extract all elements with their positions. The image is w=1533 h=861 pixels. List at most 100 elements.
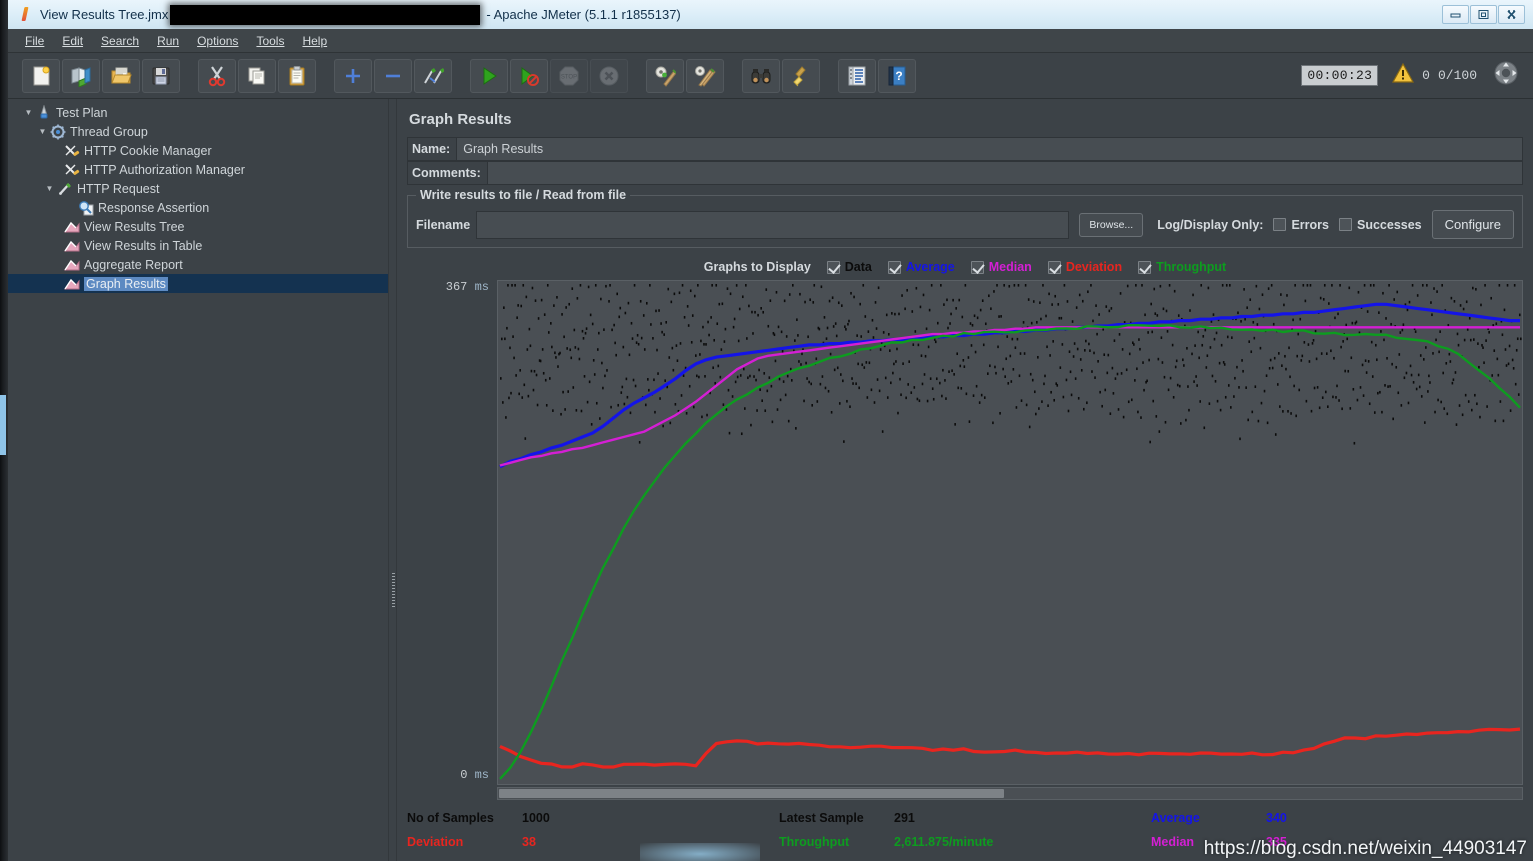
tree-item-aggregate-report[interactable]: Aggregate Report — [8, 255, 388, 274]
minimize-button[interactable] — [1442, 5, 1469, 24]
throughput-checkbox[interactable] — [1138, 260, 1152, 274]
y-axis-min-value: 0 — [460, 768, 468, 782]
jmeter-application: File Edit Search Run Options Tools Help — [8, 29, 1533, 861]
deviation-checkbox[interactable] — [1047, 260, 1061, 274]
median-checkbox[interactable] — [970, 260, 984, 274]
stat-key: Average — [1151, 811, 1200, 825]
menu-edit[interactable]: Edit — [53, 32, 92, 50]
filename-input[interactable] — [476, 210, 1070, 239]
collapse-all-button[interactable] — [374, 58, 412, 93]
open-button[interactable] — [102, 58, 140, 93]
fieldset-legend: Write results to file / Read from file — [416, 188, 631, 202]
listener-icon — [63, 276, 81, 292]
help-button[interactable]: ? — [878, 58, 916, 93]
throughput-label: Throughput — [1156, 260, 1227, 274]
menu-options[interactable]: Options — [188, 32, 247, 50]
tree-item-test-plan[interactable]: ▼ Test Plan — [8, 103, 388, 122]
plot-svg — [499, 284, 1522, 780]
tree-item-label: Test Plan — [56, 105, 108, 120]
templates-button[interactable] — [62, 58, 100, 93]
deviation-label: Deviation — [1065, 260, 1123, 274]
start-no-pauses-button[interactable] — [510, 58, 548, 93]
graph-toggle-average[interactable]: Average — [887, 260, 955, 274]
pane-splitter[interactable] — [388, 99, 397, 861]
tree-item-http-authorization-manager[interactable]: HTTP Authorization Manager — [8, 160, 388, 179]
browse-button[interactable]: Browse... — [1079, 212, 1144, 237]
tree-item-graph-results[interactable]: Graph Results — [8, 274, 388, 293]
menu-tools-label: Tools — [256, 33, 285, 48]
tree-item-label: HTTP Request — [77, 181, 160, 196]
thread-group-icon — [49, 124, 67, 140]
y-axis-max-value: 367 — [445, 280, 468, 294]
function-helper-button[interactable] — [838, 58, 876, 93]
average-checkbox[interactable] — [887, 260, 901, 274]
name-input[interactable]: Graph Results — [456, 137, 1523, 161]
stat-value: 340 — [1266, 811, 1287, 825]
graph-toggle-throughput[interactable]: Throughput — [1138, 260, 1226, 274]
tree-item-label: View Results Tree — [84, 219, 185, 234]
graph-toggle-data[interactable]: Data — [826, 260, 872, 274]
test-plan-tree[interactable]: ▼ Test Plan ▼ Thread Group HTTP Cookie M… — [8, 99, 388, 861]
graph-toggle-median[interactable]: Median — [970, 260, 1032, 274]
comments-input[interactable] — [486, 161, 1523, 185]
configure-button[interactable]: Configure — [1431, 210, 1514, 239]
toolbar: STOP ? 00:00:23 0 0/100 — [8, 53, 1533, 99]
errors-checkbox[interactable] — [1273, 218, 1287, 231]
errors-checkbox-wrap[interactable]: Errors — [1273, 218, 1329, 232]
new-button[interactable] — [22, 58, 60, 93]
chevron-down-icon[interactable]: ▼ — [36, 127, 49, 136]
chevron-down-icon[interactable]: ▼ — [22, 108, 35, 117]
save-button[interactable] — [142, 58, 180, 93]
log-display-only-label: Log/Display Only: — [1157, 217, 1264, 232]
graphs-to-display-label: Graphs to Display — [703, 260, 811, 274]
chevron-down-icon[interactable]: ▼ — [43, 184, 56, 193]
stop-button: STOP — [550, 58, 588, 93]
menu-file[interactable]: File — [16, 32, 53, 50]
tree-item-label: HTTP Authorization Manager — [84, 162, 245, 177]
successes-checkbox[interactable] — [1338, 218, 1352, 231]
copy-button[interactable] — [238, 58, 276, 93]
start-button[interactable] — [470, 58, 508, 93]
scrollbar-thumb[interactable] — [499, 789, 1004, 798]
window-title-app: - Apache JMeter (5.1.1 r1855137) — [486, 7, 681, 22]
warning-triangle-icon[interactable] — [1392, 62, 1415, 88]
menu-help[interactable]: Help — [293, 32, 336, 50]
svg-text:?: ? — [895, 69, 902, 83]
cut-button[interactable] — [198, 58, 236, 93]
graph-results-panel: Graph Results Name: Graph Results Commen… — [397, 99, 1533, 861]
splitter-grip[interactable] — [392, 573, 395, 609]
close-button[interactable] — [1498, 5, 1525, 24]
paste-button[interactable] — [278, 58, 316, 93]
stat-value: 38 — [522, 835, 536, 849]
horizontal-scrollbar[interactable] — [497, 787, 1523, 800]
stat-key: Throughput — [779, 835, 850, 849]
search-button[interactable] — [742, 58, 780, 93]
data-label: Data — [844, 260, 872, 274]
title-bar: View Results Tree.jmx - Apache JMeter (5… — [8, 0, 1533, 29]
menu-search[interactable]: Search — [92, 32, 148, 50]
tree-item-view-results-in-table[interactable]: View Results in Table — [8, 236, 388, 255]
successes-checkbox-wrap[interactable]: Successes — [1338, 218, 1422, 232]
expand-arrows-icon[interactable] — [1493, 60, 1519, 91]
active-thread-count: 0/100 — [1437, 68, 1477, 83]
tree-item-label: View Results in Table — [84, 238, 203, 253]
window-title-file: View Results Tree.jmx — [40, 7, 169, 22]
clear-all-button[interactable] — [686, 58, 724, 93]
listener-icon — [63, 257, 81, 273]
tree-item-thread-group[interactable]: ▼ Thread Group — [8, 122, 388, 141]
reset-search-button[interactable] — [782, 58, 820, 93]
tree-item-http-request[interactable]: ▼ HTTP Request — [8, 179, 388, 198]
expand-all-button[interactable] — [334, 58, 372, 93]
menu-run[interactable]: Run — [148, 32, 188, 50]
tree-item-response-assertion[interactable]: Response Assertion — [8, 198, 388, 217]
data-checkbox[interactable] — [826, 260, 840, 274]
tree-item-view-results-tree[interactable]: View Results Tree — [8, 217, 388, 236]
maximize-button[interactable] — [1470, 5, 1497, 24]
tree-item-http-cookie-manager[interactable]: HTTP Cookie Manager — [8, 141, 388, 160]
clear-button[interactable] — [646, 58, 684, 93]
menu-tools[interactable]: Tools — [247, 32, 293, 50]
graph-toggle-deviation[interactable]: Deviation — [1047, 260, 1123, 274]
toggle-button[interactable] — [414, 58, 452, 93]
stat-key: Deviation — [407, 835, 464, 849]
y-axis-min-tick: 0 ms — [460, 768, 489, 782]
